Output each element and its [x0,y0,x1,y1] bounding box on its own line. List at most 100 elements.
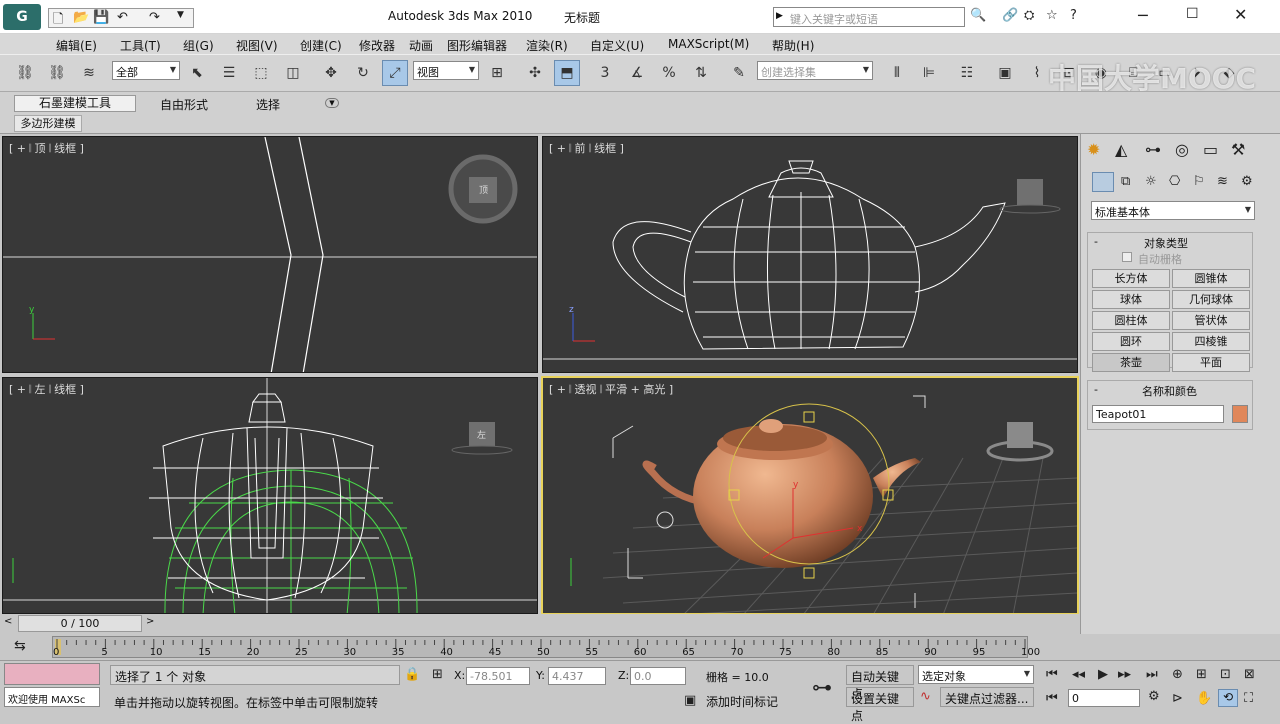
rollout2-collapse-icon[interactable]: - [1094,383,1098,396]
keyboard-shortcut-override-icon[interactable]: ⬒ [554,60,580,86]
search-input[interactable]: 键入关键字或短语 [790,11,878,27]
hierarchy-tab-icon[interactable]: ⊶ [1145,140,1161,159]
viewport-left[interactable]: [ + 𝄁 左 𝄁 线框 ] 左 [2,377,538,614]
polygon-modeling-panel[interactable]: 多边形建模 [14,115,82,132]
set-key-button[interactable]: 设置关键点 [846,687,914,723]
shapes-category-icon[interactable]: ⧉ [1121,174,1130,189]
maximize-button[interactable]: ☐ [1186,6,1199,22]
y-coordinate-input[interactable]: 4.437 [548,667,606,685]
tab-graphite-modeling[interactable]: 石墨建模工具 [14,95,136,112]
info-center-search[interactable]: ▶ 键入关键字或短语 [773,7,965,27]
viewport-front[interactable]: [ + 𝄁 前 𝄁 线框 ] z [542,136,1078,373]
viewport-top-label[interactable]: [ + 𝄁 顶 𝄁 线框 ] [9,140,84,156]
layer-manager-icon[interactable]: ☷ [954,60,980,86]
app-logo-icon[interactable]: G [3,4,41,30]
create-tab-icon[interactable]: ✹ [1087,140,1100,159]
key-filters-button[interactable]: 关键点过滤器... [940,687,1034,707]
pyramid-button[interactable]: 四棱锥 [1172,332,1250,351]
new-file-icon[interactable]: 🗋 [53,10,63,32]
systems-category-icon[interactable]: ⚙ [1241,174,1253,189]
snaps-toggle-icon[interactable]: 3 [592,60,618,86]
bind-space-warp-icon[interactable]: ≋ [76,60,102,86]
tab-freeform[interactable]: 自由形式 [160,96,208,113]
undo-icon[interactable]: ↶ [117,10,128,25]
align-icon[interactable]: ⊫ [916,60,942,86]
zoom-extents-all-icon[interactable]: ⊠ [1244,667,1255,682]
current-frame-input[interactable]: 0 [1068,689,1140,707]
open-file-icon[interactable]: 📂 [73,10,89,25]
tube-button[interactable]: 管状体 [1172,311,1250,330]
maximize-viewport-icon[interactable]: ⛶ [1244,691,1253,706]
key-mode-toggle-icon[interactable]: ⏮ [1046,691,1058,706]
object-type-title[interactable]: 对象类型 [1144,235,1188,251]
geometry-type-dropdown[interactable]: 标准基本体 [1091,201,1255,220]
minimize-button[interactable]: ─ [1138,6,1148,25]
maxscript-mini-listener[interactable]: 欢迎使用 MAXSc [4,687,100,707]
key-filter-icon[interactable]: ∿ [920,689,931,704]
edit-named-selection-icon[interactable]: ✎ [726,60,752,86]
time-next-icon[interactable]: > [146,616,154,627]
pan-icon[interactable]: ✋ [1196,691,1212,706]
menu-tools[interactable]: 工具(T) [120,37,161,54]
lights-category-icon[interactable]: ☼ [1145,174,1157,189]
field-of-view-icon[interactable]: ⊳ [1172,691,1183,706]
auto-key-button[interactable]: 自动关键点 [846,665,914,701]
mirror-icon[interactable]: ⫴ [884,60,910,86]
geometry-category-icon[interactable] [1092,172,1114,192]
key-mode-dropdown[interactable]: 选定对象 [918,665,1034,684]
orbit-icon[interactable]: ⟲ [1218,689,1238,707]
spacewarps-category-icon[interactable]: ≋ [1217,174,1228,189]
go-to-end-icon[interactable]: ⏭ [1146,667,1158,682]
menu-rendering[interactable]: 渲染(R) [526,37,568,54]
zoom-all-icon[interactable]: ⊞ [1196,667,1207,682]
menu-views[interactable]: 视图(V) [236,37,278,54]
cameras-category-icon[interactable]: ⎔ [1169,174,1180,189]
teapot-button[interactable]: 茶壶 [1092,353,1170,372]
percent-snap-icon[interactable]: % [656,60,682,86]
menu-customize[interactable]: 自定义(U) [590,37,644,54]
zoom-icon[interactable]: ⊕ [1172,667,1183,682]
helpers-category-icon[interactable]: ⚐ [1193,174,1205,189]
ribbon-options-icon[interactable]: ▼ [325,98,339,108]
redo-icon[interactable]: ↷ [149,10,160,25]
menu-edit[interactable]: 编辑(E) [56,37,97,54]
menu-modifiers[interactable]: 修改器 [359,37,395,54]
reference-coordinate-dropdown[interactable]: 视图 [413,61,479,80]
plane-button[interactable]: 平面 [1172,353,1250,372]
select-by-name-icon[interactable]: ☰ [216,60,242,86]
sphere-button[interactable]: 球体 [1092,290,1170,309]
curve-editor-mini-icon[interactable]: ⇆ [14,638,26,654]
rectangular-selection-icon[interactable]: ⬚ [248,60,274,86]
menu-group[interactable]: 组(G) [183,37,214,54]
display-tab-icon[interactable]: ▭ [1203,140,1218,159]
x-coordinate-input[interactable]: -78.501 [466,667,530,685]
unlink-icon[interactable]: ⛓ [44,60,70,86]
viewport-left-label[interactable]: [ + 𝄁 左 𝄁 线框 ] [9,381,84,397]
curve-editor-icon[interactable]: ⌇ [1024,60,1050,86]
viewport-front-label[interactable]: [ + 𝄁 前 𝄁 线框 ] [549,140,624,156]
menu-graph-editors[interactable]: 图形编辑器 [447,37,507,54]
communication-icon[interactable]: ⛭ [1024,8,1034,23]
close-button[interactable]: ✕ [1234,5,1247,24]
menu-help[interactable]: 帮助(H) [772,37,814,54]
select-manipulate-icon[interactable]: ✣ [522,60,548,86]
link-icon[interactable]: ⛓ [12,60,38,86]
absolute-mode-icon[interactable]: ⊞ [432,667,443,682]
zoom-extents-icon[interactable]: ⊡ [1220,667,1231,682]
angle-snap-icon[interactable]: ∡ [624,60,650,86]
track-ruler[interactable]: 0 5 10 15 20 25 30 35 40 45 50 55 60 65 70 75 80 85 90 95 10… [52,636,1040,658]
cylinder-button[interactable]: 圆柱体 [1092,311,1170,330]
motion-tab-icon[interactable]: ◎ [1175,140,1189,159]
help-icon[interactable]: ? [1070,8,1077,23]
play-icon[interactable]: ▶ [1098,667,1108,682]
time-prev-icon[interactable]: < [4,616,12,627]
subscription-icon[interactable]: 🔗 [1002,8,1018,23]
menu-maxscript[interactable]: MAXScript(M) [668,37,749,51]
tab-selection[interactable]: 选择 [256,96,280,113]
previous-frame-icon[interactable]: ◂◂ [1072,667,1085,682]
next-frame-icon[interactable]: ▸▸ [1118,667,1131,682]
binoculars-icon[interactable]: 🔍 [970,8,986,23]
modify-tab-icon[interactable]: ◭ [1115,140,1127,159]
set-key-icon[interactable]: ⊶ [812,675,832,699]
select-rotate-icon[interactable]: ↻ [350,60,376,86]
